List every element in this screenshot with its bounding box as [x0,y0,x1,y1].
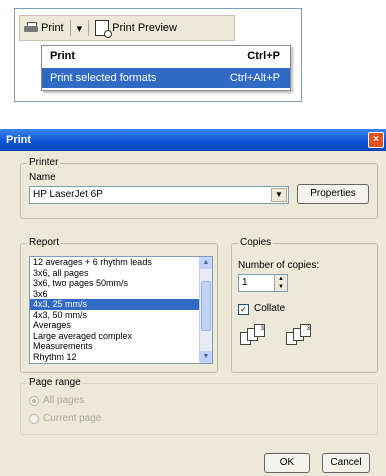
print-dropdown-menu: Print Ctrl+P Print selected formats Ctrl… [41,45,291,91]
chevron-down-icon[interactable]: ▼ [271,188,287,202]
menu-item-print-selected-formats[interactable]: Print selected formats Ctrl+Alt+P [42,68,290,88]
collate-label: Collate [254,303,286,314]
printer-name-value: HP LaserJet 6P [33,189,103,200]
report-group: Report 12 averages + 6 rhythm leads 3x6, … [20,237,218,373]
print-preview-button[interactable]: Print Preview [91,18,181,38]
report-legend: Report [27,237,62,248]
ok-button[interactable]: OK [264,453,310,473]
menu-item-print[interactable]: Print Ctrl+P [42,46,290,66]
number-of-copies-value: 1 [242,277,248,288]
report-list: 12 averages + 6 rhythm leads 3x6, all pag… [30,257,212,362]
print-button-label: Print [41,22,64,34]
report-list-item[interactable]: 3x6 [30,289,212,300]
print-preview-label: Print Preview [112,22,177,34]
printer-name-label: Name [29,172,56,183]
scroll-down-icon[interactable]: ▼ [200,351,212,363]
page-range-group: Page range All pages Current page [20,377,378,435]
toolbar-screenshot: Print ▾ Print Preview Print Ctrl+P Print… [14,8,302,102]
collate-pages-icon: 123 [240,324,265,345]
toolbar-separator [88,20,90,36]
scroll-thumb[interactable] [201,281,211,331]
current-page-label: Current page [43,413,102,424]
printer-icon [24,22,38,34]
stepper-arrows-icon[interactable]: ▲ ▼ [274,275,287,291]
print-button[interactable]: Print [20,18,68,38]
copies-group: Copies Number of copies: 1 ▲ ▼ ✓ Collate … [231,237,378,373]
number-of-copies-stepper[interactable]: 1 ▲ ▼ [238,274,288,292]
printer-name-select[interactable]: HP LaserJet 6P ▼ [29,186,289,204]
report-listbox[interactable]: 12 averages + 6 rhythm leads 3x6, all pag… [29,256,213,364]
toolbar-separator [69,20,71,36]
close-icon[interactable]: × [368,132,384,148]
report-list-item[interactable]: Large averaged complex [30,331,212,342]
collate-pages-icon: 123 [286,324,311,345]
report-list-item[interactable]: Rhythm 12 [30,352,212,363]
report-list-item[interactable]: Averages [30,320,212,331]
page-range-legend: Page range [27,377,83,388]
properties-button[interactable]: Properties [297,184,369,204]
report-list-item[interactable]: Measurements [30,341,212,352]
all-pages-label: All pages [43,395,85,406]
scroll-up-icon[interactable]: ▲ [200,257,212,269]
collate-checkbox[interactable]: ✓ [238,304,249,315]
dialog-titlebar[interactable]: Print × [0,129,386,151]
report-list-item[interactable]: 4x3, 50 mm/s [30,310,212,321]
dialog-title: Print [6,134,32,146]
printer-group: Printer Name HP LaserJet 6P ▼ Properties [20,157,378,219]
menu-item-shortcut: Ctrl+Alt+P [229,72,280,84]
report-scrollbar[interactable]: ▲ ▼ [199,257,212,363]
print-dropdown-arrow[interactable]: ▾ [73,18,87,38]
copies-legend: Copies [238,237,274,248]
all-pages-radio[interactable] [29,396,39,406]
toolbar: Print ▾ Print Preview [19,15,235,41]
current-page-radio[interactable] [29,414,39,424]
menu-item-label: Print selected formats [50,72,157,84]
report-list-item[interactable]: 3x6, all pages [30,268,212,279]
report-list-item[interactable]: 3x6, two pages 50mm/s [30,278,212,289]
print-dialog: Print × Printer Name HP LaserJet 6P ▼ Pr… [0,129,386,476]
print-preview-icon [95,20,113,38]
printer-legend: Printer [27,157,61,168]
cancel-button[interactable]: Cancel [322,453,370,473]
number-of-copies-label: Number of copies: [238,260,320,271]
menu-item-shortcut: Ctrl+P [247,50,280,62]
report-list-item[interactable]: 4x3, 25 mm/s [30,299,212,310]
report-list-item[interactable]: 12 averages + 6 rhythm leads [30,257,212,268]
menu-item-label: Print [50,50,76,62]
